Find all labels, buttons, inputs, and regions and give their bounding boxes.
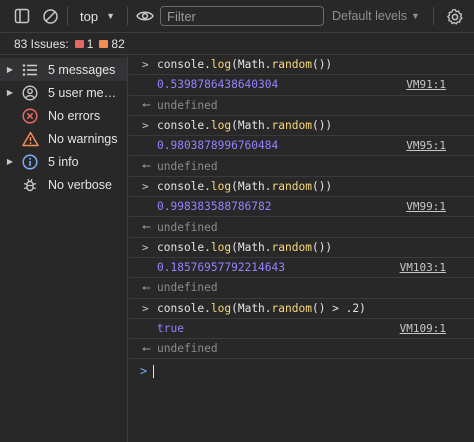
sidebar-item-user-messages[interactable]: ▶ 5 user me… — [0, 81, 127, 104]
sidebar-item-errors[interactable]: No errors — [0, 104, 127, 127]
warning-icon — [20, 130, 40, 148]
source-link[interactable]: VM95:1 — [406, 139, 446, 152]
log-value: true — [157, 322, 184, 335]
info-icon — [20, 153, 40, 171]
console-input-row[interactable]: > console.log(Math.random()) — [129, 55, 474, 76]
result-value: undefined — [157, 342, 218, 356]
console-sidebar: ▶ 5 messages ▶ 5 user me… No errors No w… — [0, 55, 128, 442]
input-chevron-icon: > — [142, 179, 149, 193]
error-badge-icon — [74, 39, 84, 48]
source-link[interactable]: VM99:1 — [406, 200, 446, 213]
console-input-row[interactable]: > console.log(Math.random()) — [129, 238, 474, 258]
console-command: console.log(Math.random()) — [157, 119, 333, 133]
console-command: console.log(Math.random() > .2) — [157, 301, 366, 315]
result-arrow-icon: ⭠ — [142, 159, 151, 173]
sidebar-item-label: 5 messages — [48, 62, 116, 77]
console-result-row: ⭠ undefined — [129, 339, 474, 360]
prompt-chevron-icon: > — [140, 364, 148, 379]
result-value: undefined — [157, 159, 218, 173]
chevron-down-icon: ▼ — [106, 11, 115, 21]
clear-console-icon[interactable] — [39, 5, 61, 27]
input-chevron-icon: > — [142, 301, 149, 315]
issues-label: 83 Issues: — [14, 36, 69, 51]
input-chevron-icon: > — [142, 58, 149, 72]
result-value: undefined — [157, 220, 218, 234]
console-result-row: ⭠ undefined — [129, 278, 474, 299]
gear-icon[interactable] — [444, 6, 466, 28]
sidebar-item-label: 5 info — [48, 154, 79, 169]
issues-warnings-button[interactable]: 82 — [99, 36, 125, 51]
console-result-row: ⭠ undefined — [129, 96, 474, 116]
expand-arrow-icon[interactable]: ▶ — [0, 157, 20, 166]
log-levels-label: Default levels — [332, 9, 408, 23]
console-log-row: 0.5398786438640304 VM91:1 — [129, 75, 474, 96]
result-arrow-icon: ⭠ — [142, 220, 151, 234]
input-chevron-icon: > — [142, 119, 149, 133]
sidebar-item-label: No warnings — [48, 131, 118, 146]
console-input-row[interactable]: > console.log(Math.random()) — [129, 177, 474, 198]
console-messages[interactable]: > console.log(Math.random()) 0.539878643… — [129, 55, 474, 442]
console-log-row: 0.18576957792214643 VM103:1 — [129, 258, 474, 279]
sidebar-item-label: No verbose — [48, 177, 112, 192]
warning-badge-icon — [99, 39, 109, 48]
eye-icon[interactable] — [134, 5, 156, 27]
issues-bar: 83 Issues: 1 82 — [0, 33, 474, 55]
console-prompt[interactable]: > — [129, 359, 474, 383]
result-value: undefined — [157, 98, 218, 112]
console-input-row[interactable]: > console.log(Math.random() > .2) — [129, 299, 474, 319]
console-command: console.log(Math.random()) — [157, 240, 333, 254]
result-arrow-icon: ⭠ — [142, 280, 151, 294]
source-link[interactable]: VM109:1 — [400, 322, 446, 335]
context-selector[interactable]: top ▼ — [74, 9, 121, 24]
console-toolbar: top ▼ Default levels ▼ — [0, 0, 474, 33]
console-input-row[interactable]: > console.log(Math.random()) — [129, 116, 474, 137]
sidebar-item-messages[interactable]: ▶ 5 messages — [0, 58, 127, 81]
sidebar-toggle-icon[interactable] — [11, 5, 33, 27]
source-link[interactable]: VM103:1 — [400, 261, 446, 274]
sidebar-item-warnings[interactable]: No warnings — [0, 127, 127, 150]
source-link[interactable]: VM91:1 — [406, 78, 446, 91]
list-icon — [20, 61, 40, 79]
user-icon — [20, 84, 40, 102]
log-value: 0.998383588786782 — [157, 200, 272, 214]
bug-icon — [20, 176, 40, 194]
console-command: console.log(Math.random()) — [157, 179, 333, 193]
log-value: 0.5398786438640304 — [157, 78, 279, 92]
console-command: console.log(Math.random()) — [157, 58, 333, 72]
issues-errors-count: 1 — [86, 36, 94, 51]
filter-input[interactable] — [160, 6, 324, 26]
log-value: 0.9803878996760484 — [157, 139, 279, 153]
toolbar-divider — [127, 7, 128, 25]
sidebar-item-info[interactable]: ▶ 5 info — [0, 150, 127, 173]
sidebar-item-verbose[interactable]: No verbose — [0, 173, 127, 196]
sidebar-item-label: No errors — [48, 108, 101, 123]
console-log-row: 0.9803878996760484 VM95:1 — [129, 136, 474, 157]
console-log-row: 0.998383588786782 VM99:1 — [129, 197, 474, 218]
expand-arrow-icon[interactable]: ▶ — [0, 65, 20, 74]
result-arrow-icon: ⭠ — [142, 341, 151, 355]
result-arrow-icon: ⭠ — [142, 98, 151, 112]
expand-arrow-icon[interactable]: ▶ — [0, 88, 20, 97]
error-icon — [20, 107, 40, 125]
log-value: 0.18576957792214643 — [157, 261, 285, 275]
log-levels-dropdown[interactable]: Default levels ▼ — [332, 9, 420, 23]
result-value: undefined — [157, 281, 218, 295]
toolbar-divider — [433, 7, 434, 25]
text-cursor — [153, 364, 154, 378]
console-log-row: true VM109:1 — [129, 319, 474, 340]
chevron-down-icon: ▼ — [411, 11, 420, 21]
toolbar-divider — [67, 7, 68, 25]
input-chevron-icon: > — [142, 240, 149, 254]
console-result-row: ⭠ undefined — [129, 156, 474, 177]
console-result-row: ⭠ undefined — [129, 217, 474, 238]
issues-errors-button[interactable]: 1 — [74, 36, 94, 51]
sidebar-item-label: 5 user me… — [48, 85, 117, 100]
issues-warnings-count: 82 — [111, 36, 125, 51]
context-label: top — [80, 8, 99, 24]
